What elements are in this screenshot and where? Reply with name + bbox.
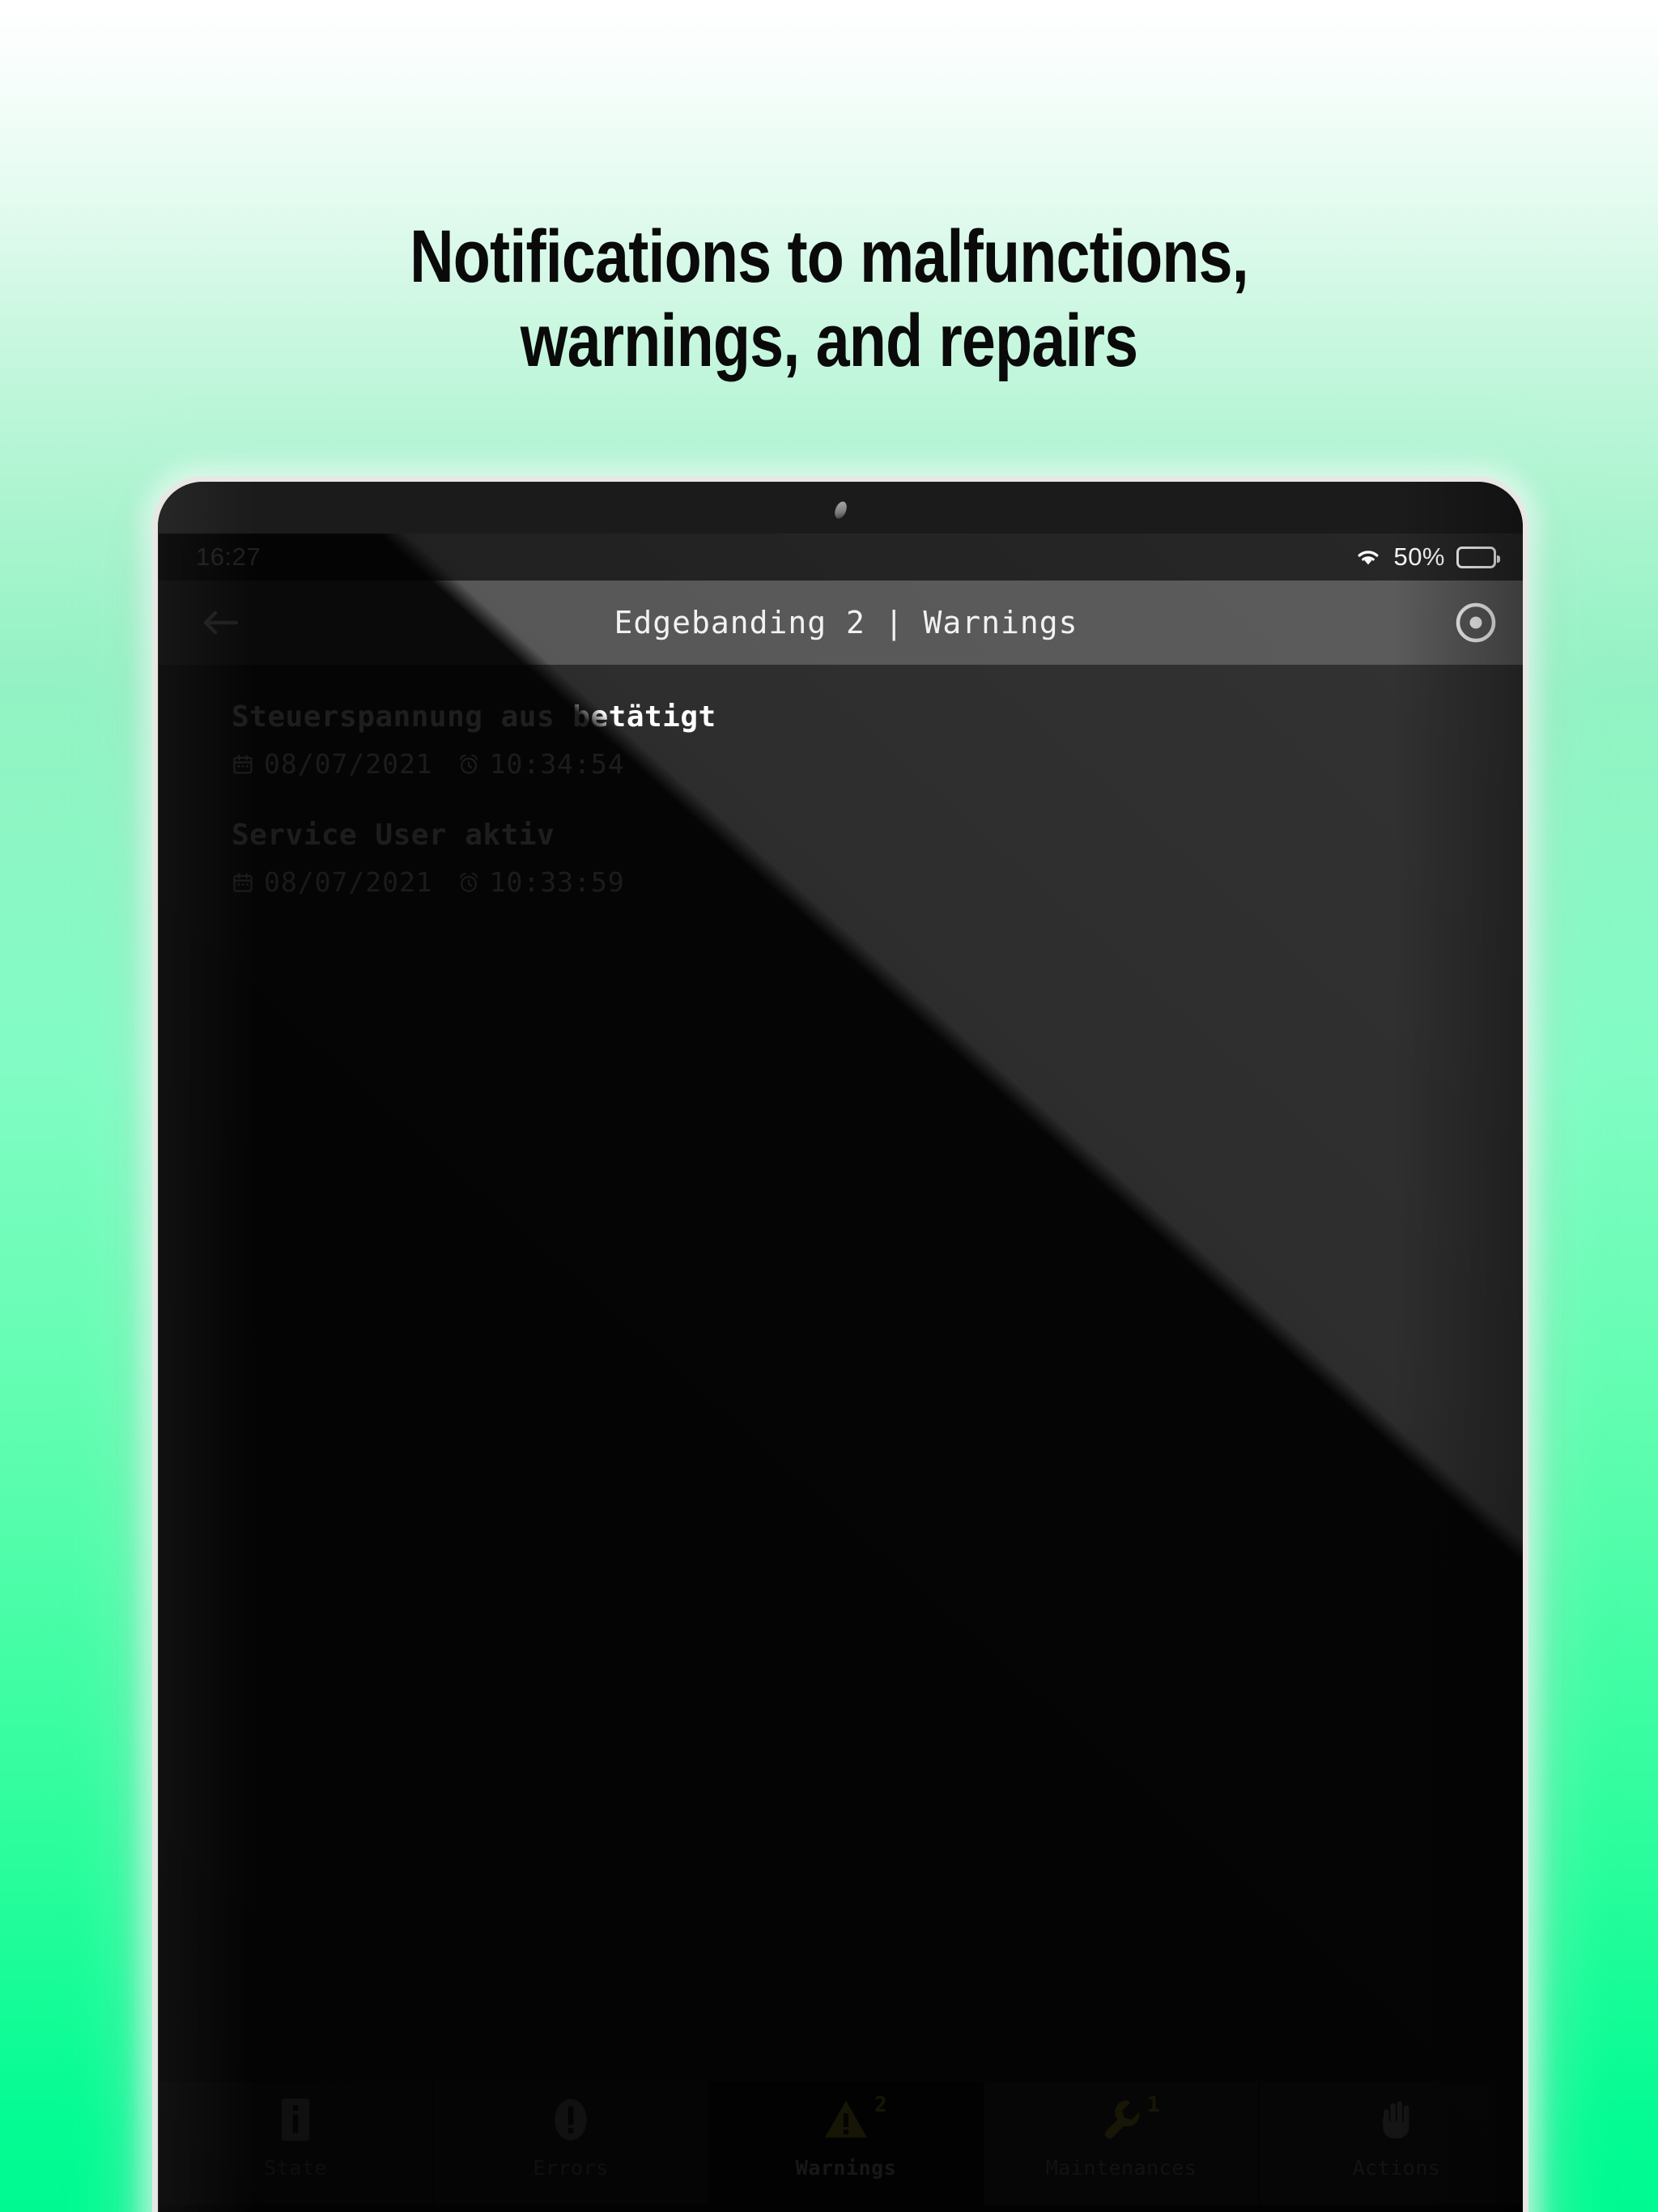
tab-warnings[interactable]: 2 Warnings xyxy=(709,2082,984,2205)
hand-icon xyxy=(1377,2097,1416,2146)
notification-time: 10:33:59 xyxy=(489,866,625,898)
warning-icon xyxy=(823,2099,869,2145)
tab-label: Actions xyxy=(1352,2156,1441,2180)
info-icon xyxy=(280,2097,311,2146)
bottom-navigation-bar: State Errors 2 Warnings 1 Maintenances A… xyxy=(159,2082,1523,2205)
notification-list: Steuerspannung aus betätigt 08/07/2021 1… xyxy=(159,665,1523,2205)
tab-label: Warnings xyxy=(795,2156,897,2180)
back-arrow-icon xyxy=(203,610,239,635)
tab-errors[interactable]: Errors xyxy=(434,2082,709,2205)
front-camera-icon xyxy=(832,500,849,521)
app-bar: Edgebanding 2 | Warnings xyxy=(159,581,1523,665)
alarm-clock-icon xyxy=(457,753,480,776)
tab-label: Errors xyxy=(533,2156,609,2180)
notification-date: 08/07/2021 xyxy=(264,748,433,780)
tab-label: State xyxy=(264,2156,327,2180)
wrench-icon-wrap: 1 xyxy=(1100,2093,1160,2146)
calendar-icon xyxy=(232,753,254,776)
device-screen: 16:27 50% Edgebanding 2 | Warnings Steue… xyxy=(159,534,1523,2212)
tablet-device-mockup: 16:27 50% Edgebanding 2 | Warnings Steue… xyxy=(152,476,1528,2212)
notification-date: 08/07/2021 xyxy=(264,866,433,898)
tab-maintenances[interactable]: 1 Maintenances xyxy=(984,2082,1260,2205)
calendar-icon xyxy=(232,871,254,894)
promo-headline: Notifications to malfunctions, warnings,… xyxy=(149,215,1508,383)
headline-line-1: Notifications to malfunctions, xyxy=(410,215,1249,298)
tab-state[interactable]: State xyxy=(159,2082,434,2205)
record-button[interactable] xyxy=(1451,598,1501,648)
list-item[interactable]: Service User aktiv 08/07/2021 10:33:59 xyxy=(159,804,1523,922)
notification-title: Service User aktiv xyxy=(232,819,555,852)
tab-actions[interactable]: Actions xyxy=(1260,2082,1523,2205)
error-icon-wrap xyxy=(553,2096,589,2146)
tab-badge: 1 xyxy=(1147,2093,1160,2117)
list-item[interactable]: Steuerspannung aus betätigt 08/07/2021 1… xyxy=(159,686,1523,804)
page-title: Edgebanding 2 | Warnings xyxy=(614,605,1078,640)
tablet-body: 16:27 50% Edgebanding 2 | Warnings Steue… xyxy=(158,482,1523,2212)
hand-icon-wrap xyxy=(1377,2096,1416,2146)
record-target-icon xyxy=(1456,602,1496,643)
notification-meta: 08/07/2021 10:34:54 xyxy=(232,748,1523,780)
headline-line-2: warnings, and repairs xyxy=(520,300,1138,382)
notification-meta: 08/07/2021 10:33:59 xyxy=(232,866,1523,898)
status-bar: 16:27 50% xyxy=(159,534,1523,581)
tab-label: Maintenances xyxy=(1045,2156,1197,2180)
warning-icon-wrap: 2 xyxy=(823,2093,887,2146)
error-icon xyxy=(553,2097,589,2146)
status-bar-clock: 16:27 xyxy=(196,542,261,571)
back-button[interactable] xyxy=(191,593,249,652)
wrench-icon xyxy=(1100,2098,1142,2146)
tab-badge: 2 xyxy=(874,2093,887,2117)
info-icon-wrap xyxy=(280,2096,311,2146)
status-bar-indicators: 50% xyxy=(1354,542,1500,572)
battery-percent-label: 50% xyxy=(1393,542,1445,571)
promo-background: Notifications to malfunctions, warnings,… xyxy=(0,0,1658,2212)
alarm-clock-icon xyxy=(457,871,480,894)
notification-title: Steuerspannung aus betätigt xyxy=(232,700,716,734)
wifi-icon xyxy=(1354,547,1382,568)
notification-time: 10:34:54 xyxy=(489,748,625,780)
battery-icon xyxy=(1456,546,1500,568)
